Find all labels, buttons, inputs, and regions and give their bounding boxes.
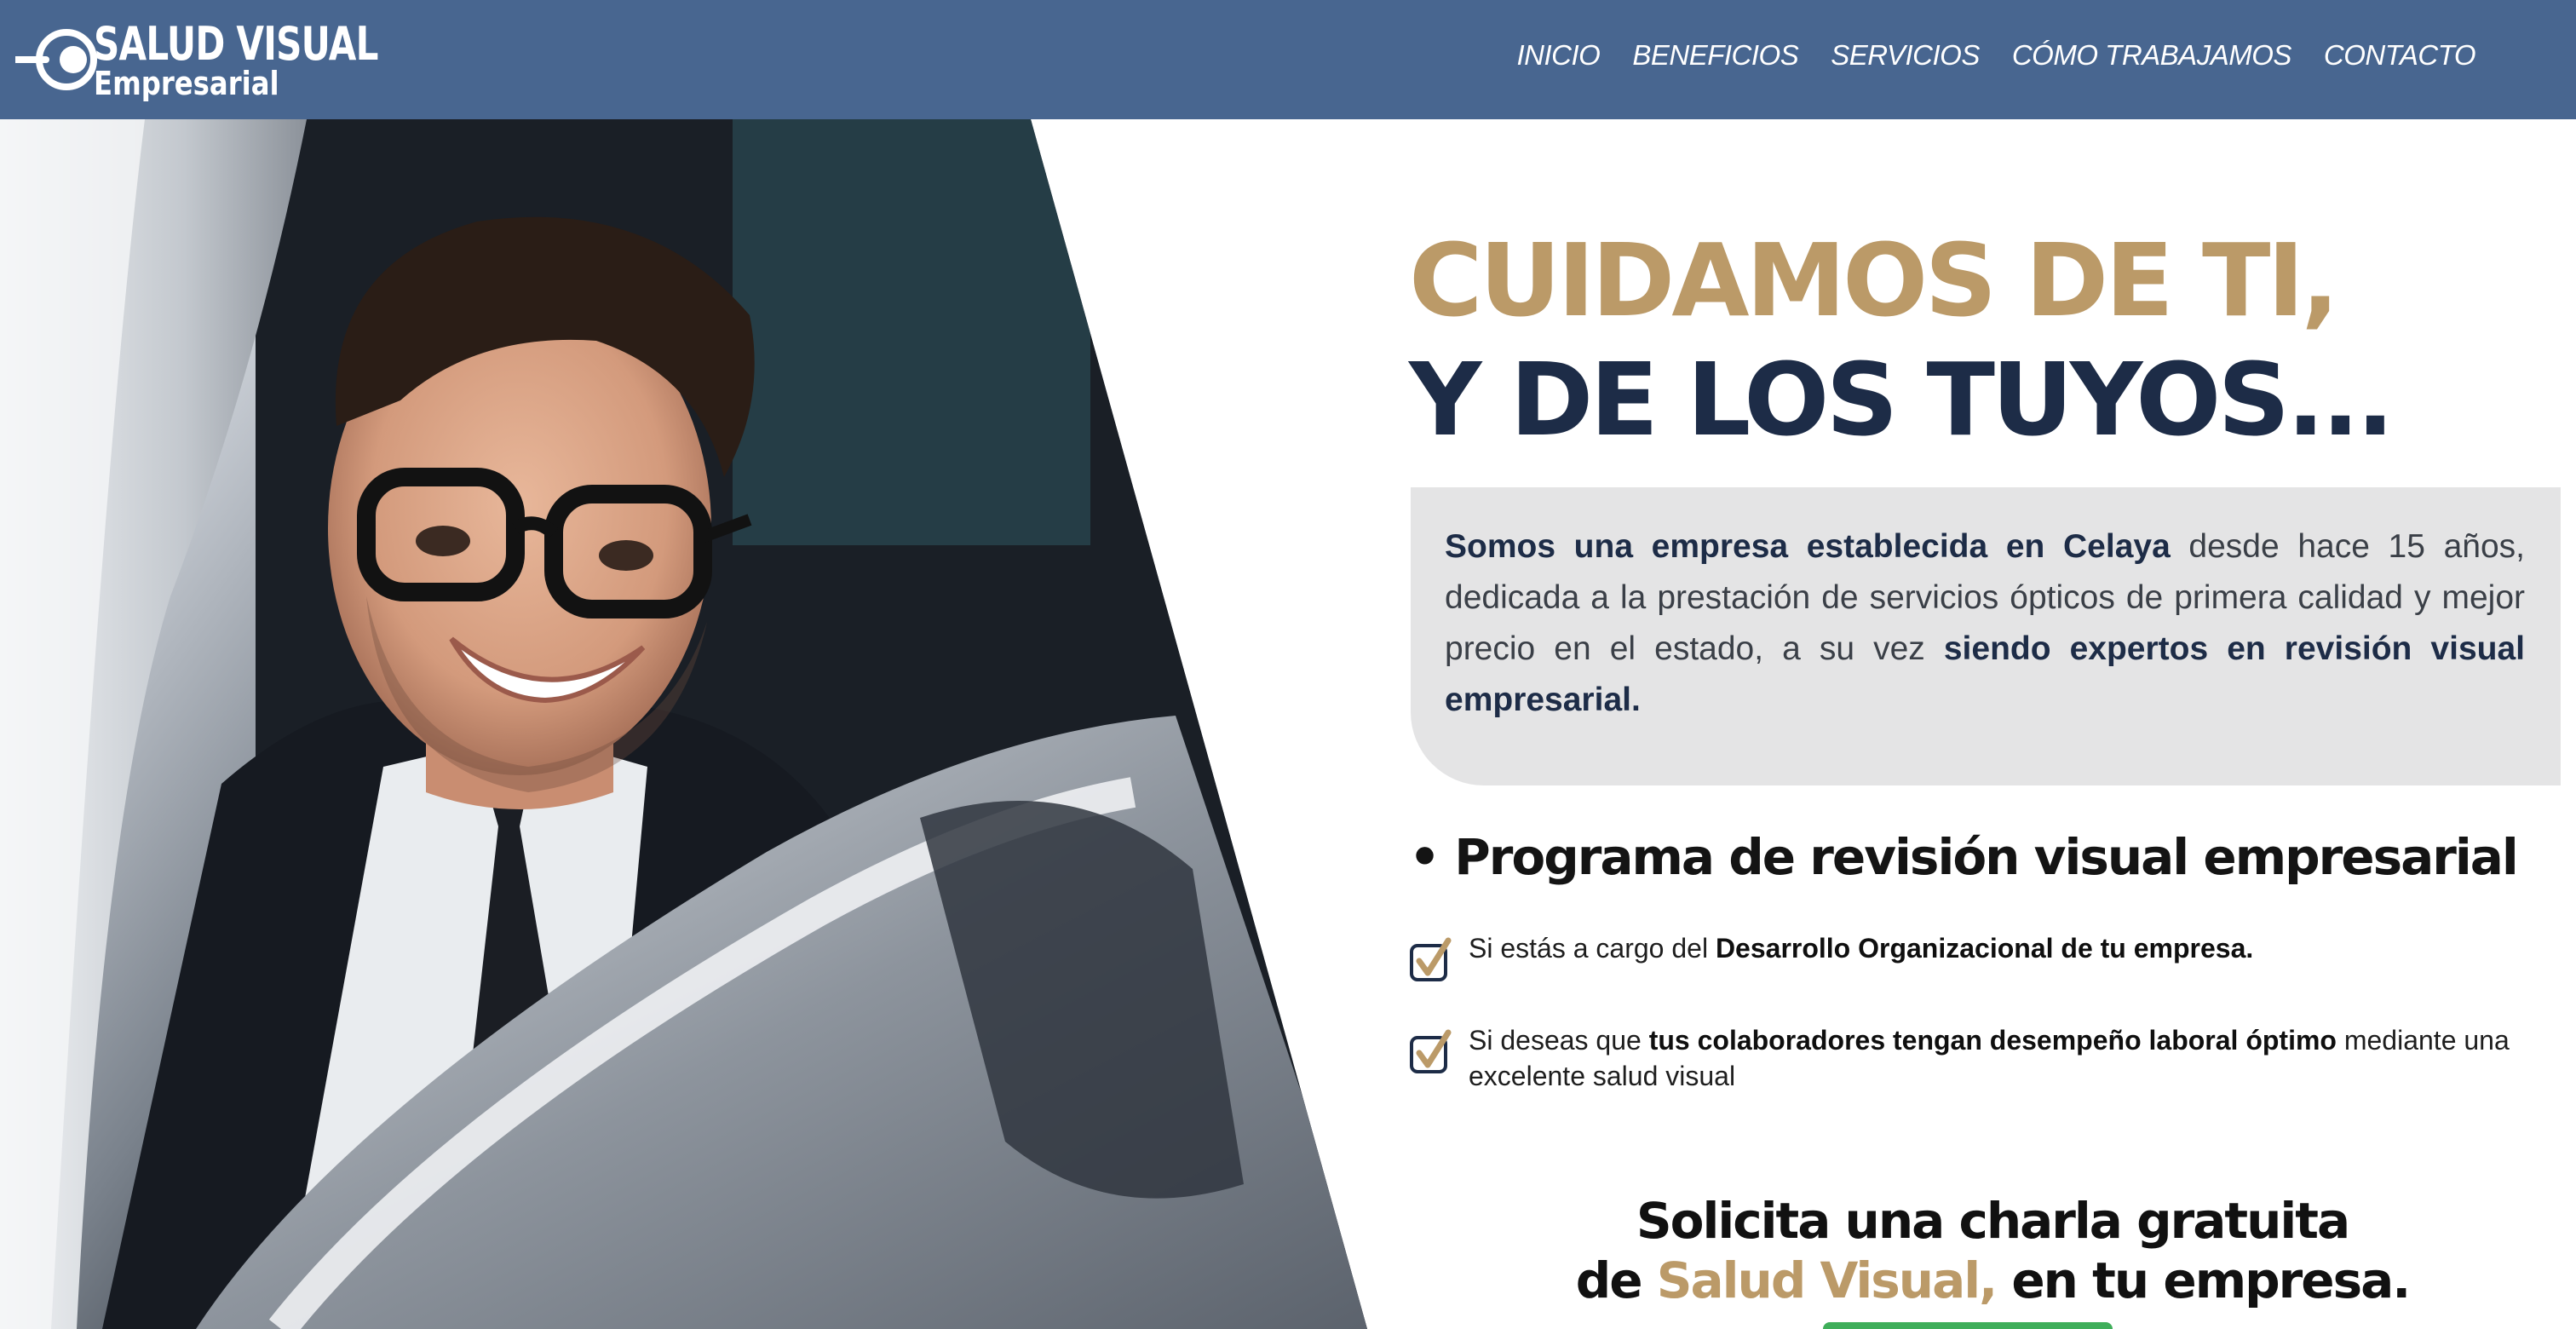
- check-item-text: Si deseas que tus colaboradores tengan d…: [1469, 1022, 2576, 1094]
- check-pre: Si estás a cargo del: [1469, 933, 1716, 964]
- intro-bold-company: Somos una empresa establecida en Celaya: [1445, 528, 2171, 565]
- checkbox-checked-icon: [1410, 1029, 1452, 1073]
- cta-heading: Solicita una charla gratuita de Salud Vi…: [1409, 1191, 2576, 1310]
- cta-button[interactable]: [1823, 1322, 2113, 1329]
- top-navbar: SALUD VISUAL Empresarial INICIO BENEFICI…: [0, 0, 2576, 119]
- main-nav: INICIO BENEFICIOS SERVICIOS CÓMO TRABAJA…: [1517, 39, 2476, 72]
- cta-line1: Solicita una charla gratuita: [1636, 1192, 2350, 1250]
- check-item: Si deseas que tus colaboradores tengan d…: [1409, 1022, 2576, 1094]
- program-title: • Programa de revisión visual empresaria…: [1409, 828, 2519, 886]
- check-bold: Desarrollo Organizacional de tu empresa.: [1715, 933, 2254, 964]
- check-pre: Si deseas que: [1469, 1025, 1649, 1056]
- brand-name: SALUD VISUAL: [94, 17, 378, 71]
- cta-line2-accent: Salud Visual,: [1656, 1251, 1998, 1309]
- man-in-car-illustration: [0, 119, 1367, 1329]
- brand-subtitle: Empresarial: [94, 65, 279, 102]
- brand-logo[interactable]: SALUD VISUAL Empresarial: [15, 12, 378, 106]
- headline-line1: CUIDAMOS DE TI,: [1409, 222, 2339, 339]
- cta-line2: de Salud Visual, en tu empresa.: [1409, 1251, 2576, 1310]
- nav-item-servicios[interactable]: SERVICIOS: [1831, 39, 1980, 72]
- intro-panel: Somos una empresa establecida en Celaya …: [1411, 487, 2561, 785]
- hero-photo: [0, 119, 1367, 1329]
- hero-headline: CUIDAMOS DE TI, Y DE LOS TUYOS...: [1409, 222, 2395, 458]
- nav-item-beneficios[interactable]: BENEFICIOS: [1632, 39, 1798, 72]
- check-bold: tus colaboradores tengan desempeño labor…: [1648, 1025, 2337, 1056]
- cta-line2-post: en tu empresa.: [1996, 1251, 2411, 1309]
- cta-line2-pre: de: [1575, 1251, 1657, 1309]
- intro-paragraph: Somos una empresa establecida en Celaya …: [1445, 521, 2525, 726]
- checkbox-checked-icon: [1410, 937, 1452, 981]
- headline-line2: Y DE LOS TUYOS...: [1409, 341, 2395, 458]
- check-item-text: Si estás a cargo del Desarrollo Organiza…: [1469, 930, 2576, 966]
- check-item: Si estás a cargo del Desarrollo Organiza…: [1409, 930, 2576, 983]
- nav-item-contacto[interactable]: CONTACTO: [2324, 39, 2476, 72]
- nav-item-como-trabajamos[interactable]: CÓMO TRABAJAMOS: [2012, 39, 2292, 72]
- nav-item-inicio[interactable]: INICIO: [1517, 39, 1601, 72]
